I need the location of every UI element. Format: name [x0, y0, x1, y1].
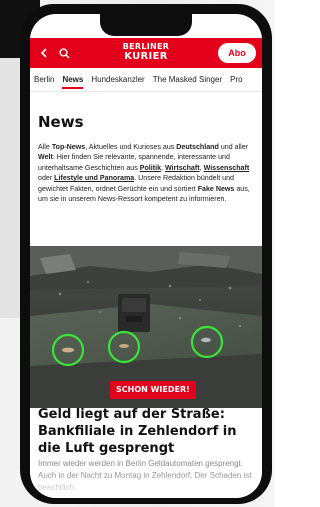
tab-masked-singer[interactable]: The Masked Singer [149, 68, 226, 92]
link-wissenschaft[interactable]: Wissenschaft [204, 164, 250, 172]
logo-line-2: KURIER [124, 51, 168, 62]
chevron-left-icon[interactable] [36, 45, 52, 61]
link-politik[interactable]: Politik [140, 164, 161, 172]
intro-text: und aller [218, 143, 249, 151]
intro-text: oder [38, 174, 55, 183]
intro-text: Alle [38, 143, 52, 151]
intro-text: , Aktuelles und Kurioses aus [85, 143, 177, 151]
intro-bold-top-news: Top-News [51, 143, 86, 151]
abo-button[interactable]: Abo [218, 43, 256, 63]
search-icon[interactable] [56, 45, 72, 61]
link-lifestyle-panorama[interactable]: Lifestyle und Panorama [54, 174, 134, 182]
section-intro: News Alle Top-News, Aktuelles und Kurios… [38, 108, 256, 204]
article-headline[interactable]: Geld liegt auf der Straße: Bankfiliale i… [38, 406, 258, 457]
tab-news[interactable]: News [58, 68, 87, 92]
site-logo[interactable]: BERLINER KURIER [116, 42, 176, 64]
phone-screen: BERLINER KURIER Abo Berlin News Hundeska… [30, 14, 262, 498]
page-title: News [38, 113, 84, 131]
logo-line-1: BERLINER [122, 42, 170, 51]
section-description: Alle Top-News, Aktuelles und Kurioses au… [38, 142, 256, 204]
top-navigation-bar: BERLINER KURIER Abo [30, 38, 262, 68]
intro-bold-welt: Welt [38, 153, 53, 162]
tab-hundeskanzler[interactable]: Hundeskanzler [87, 68, 148, 92]
intro-bold-fake-news: Fake News [197, 184, 235, 193]
bottom-fade [30, 472, 262, 498]
phone-frame: BERLINER KURIER Abo Berlin News Hundeska… [20, 4, 272, 504]
phone-notch [100, 14, 192, 36]
article-kicker-badge: SCHON WIEDER! [110, 381, 196, 399]
link-wirtschaft[interactable]: Wirtschaft [165, 164, 200, 172]
category-tabs: Berlin News Hundeskanzler The Masked Sin… [30, 68, 262, 92]
tab-pro[interactable]: Pro [226, 68, 246, 92]
intro-bold-deutschland: Deutschland [176, 143, 219, 151]
tab-berlin[interactable]: Berlin [30, 68, 58, 92]
